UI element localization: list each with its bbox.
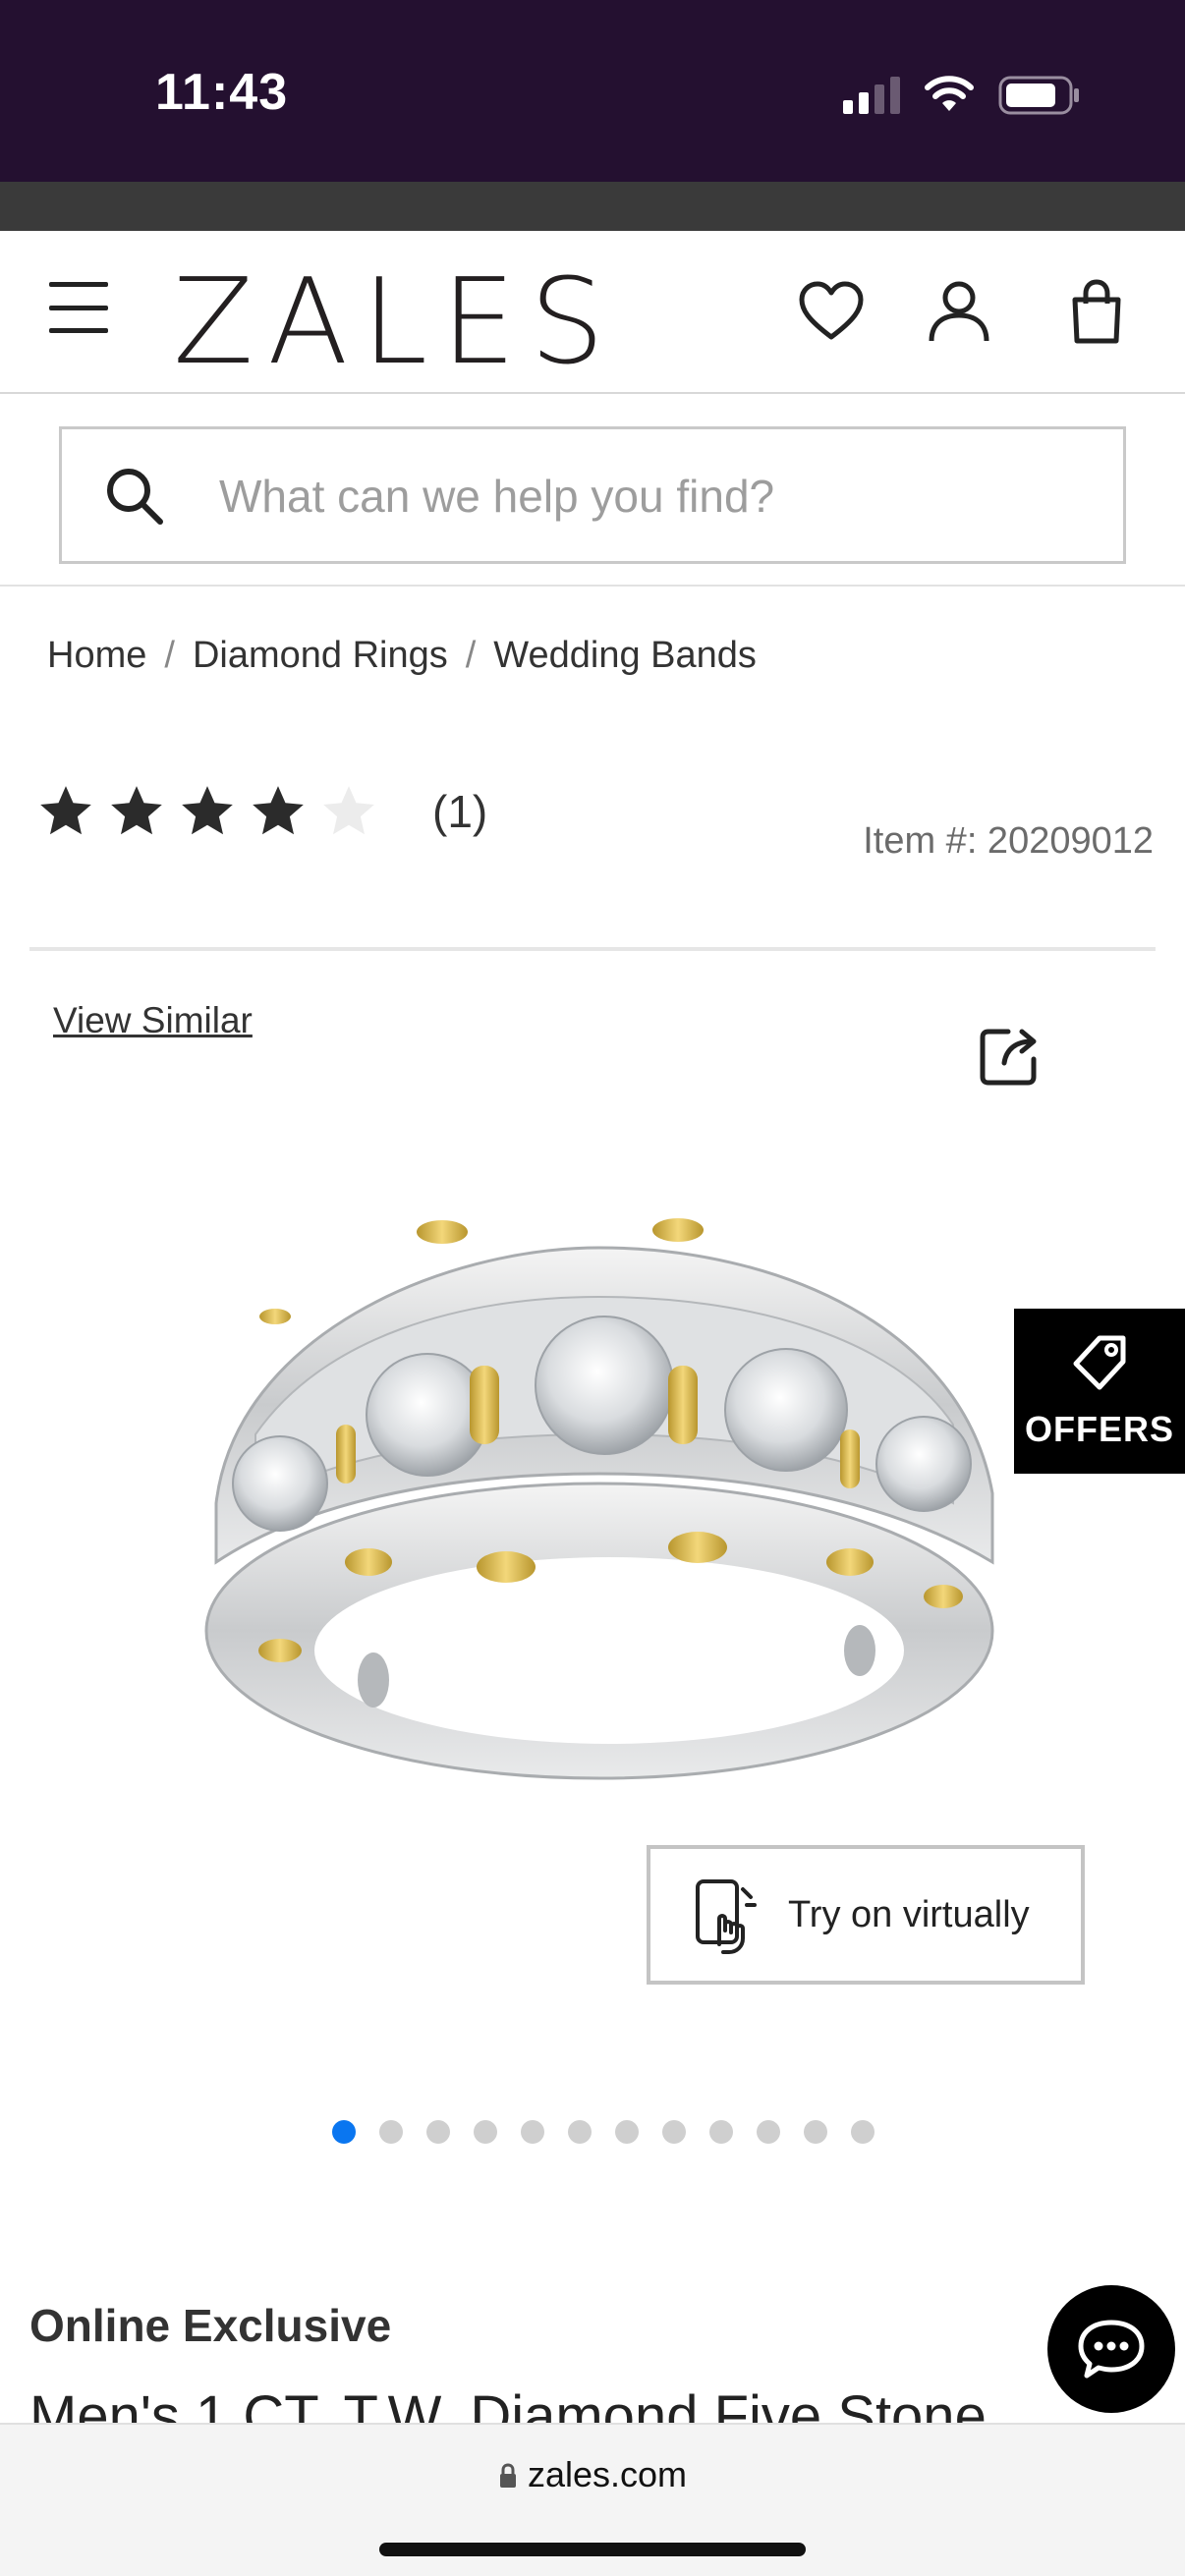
carousel-dot[interactable] [474,2120,497,2144]
offers-label: OFFERS [1024,1409,1174,1449]
carousel-dot[interactable] [521,2120,544,2144]
carousel-dot[interactable] [851,2120,875,2144]
breadcrumb-separator: / [164,635,175,676]
breadcrumb-diamond-rings[interactable]: Diamond Rings [193,635,448,677]
carousel-dot[interactable] [426,2120,450,2144]
url-display[interactable]: zales.com [0,2454,1185,2495]
star-empty-icon [323,786,374,835]
menu-icon[interactable] [49,282,108,333]
star-filled-icon [40,786,91,835]
carousel-dot[interactable] [332,2120,356,2144]
promo-strip [0,182,1185,231]
share-icon[interactable] [975,1022,1044,1091]
heart-icon[interactable] [796,276,867,347]
carousel-dot[interactable] [757,2120,780,2144]
offers-tab[interactable]: OFFERS [1014,1309,1185,1474]
breadcrumb-separator: / [465,635,477,676]
lock-icon [499,2463,516,2488]
product-rating[interactable]: (1) [35,781,487,842]
search-input[interactable] [219,451,1084,541]
shopping-bag-icon[interactable] [1061,276,1132,347]
tag-icon [1073,1335,1126,1390]
divider [29,947,1156,951]
search-icon[interactable] [103,465,166,528]
carousel-pagination [332,2120,875,2144]
status-time: 11:43 [155,64,289,121]
zales-logo[interactable]: ZALES [173,264,618,382]
wifi-icon [925,76,974,111]
chat-icon [1078,2320,1145,2379]
carousel-dot[interactable] [379,2120,403,2144]
star-filled-icon [111,786,162,835]
carousel-dot[interactable] [662,2120,686,2144]
search-section [0,394,1185,587]
carousel-dot[interactable] [804,2120,827,2144]
cellular-signal-icon [843,77,900,114]
star-filled-icon [253,786,304,835]
breadcrumb: Home / Diamond Rings / Wedding Bands [47,635,757,677]
url-domain: zales.com [527,2454,688,2494]
home-indicator[interactable] [379,2543,806,2556]
star-filled-icon [182,786,233,835]
review-count[interactable]: (1) [432,785,487,838]
carousel-dot[interactable] [615,2120,639,2144]
status-bar: 11:43 [0,0,1185,182]
account-icon[interactable] [924,276,994,347]
browser-url-bar[interactable]: zales.com [0,2423,1185,2576]
search-box[interactable] [59,426,1126,564]
item-number: Item #: 20209012 [863,820,1154,862]
carousel-dot[interactable] [709,2120,733,2144]
product-image-ring[interactable] [147,1208,1051,1837]
battery-icon [998,76,1079,115]
online-exclusive-badge: Online Exclusive [29,2300,392,2351]
virtual-try-on-icon [696,1879,757,1954]
status-icons [843,75,1081,116]
carousel-dot[interactable] [568,2120,592,2144]
site-header: ZALES [0,231,1185,394]
try-on-virtually-button[interactable]: Try on virtually [647,1845,1085,1985]
product-title: Men's 1 CT. T.W. Diamond Five Stone [29,2384,987,2427]
breadcrumb-home[interactable]: Home [47,635,146,677]
try-on-label: Try on virtually [788,1893,1030,1935]
view-similar-link[interactable]: View Similar [53,1000,253,1041]
chat-button[interactable] [1047,2285,1175,2413]
breadcrumb-wedding-bands[interactable]: Wedding Bands [493,635,757,677]
